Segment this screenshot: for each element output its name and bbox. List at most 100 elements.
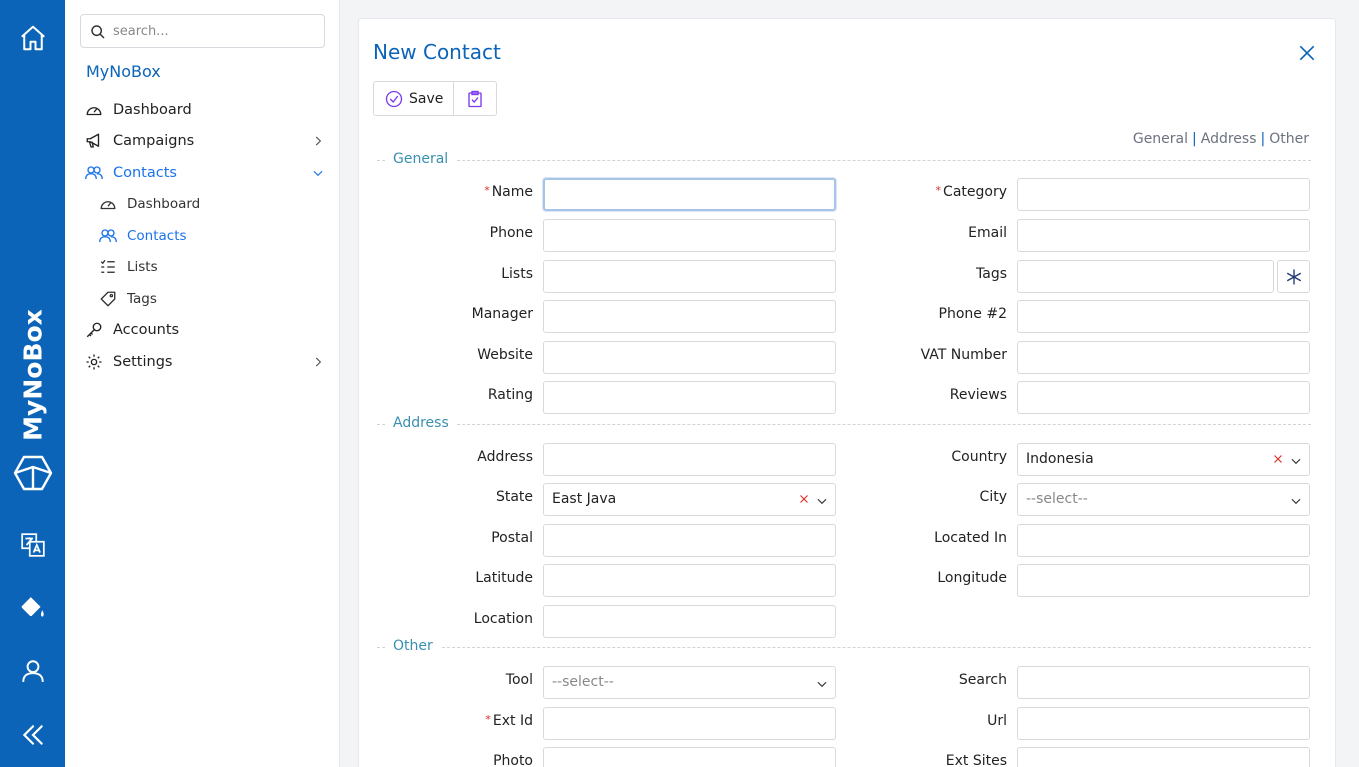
postal-label: Postal	[491, 530, 533, 546]
phone-field[interactable]	[543, 219, 836, 252]
tool-label: Tool	[505, 672, 533, 688]
tool-select[interactable]: --select--	[543, 666, 836, 699]
url-field[interactable]	[1017, 707, 1310, 740]
city-label: City	[979, 489, 1007, 505]
latitude-field[interactable]	[543, 564, 836, 597]
clear-icon[interactable]	[1271, 452, 1285, 466]
country-label: Country	[951, 449, 1007, 465]
paint-bucket-icon[interactable]	[0, 593, 65, 623]
sidebar-item-label: Lists	[127, 259, 158, 275]
address-field[interactable]	[543, 443, 836, 476]
location-field[interactable]	[543, 605, 836, 638]
link-other[interactable]: Other	[1269, 131, 1309, 147]
chevron-down-icon	[817, 681, 827, 688]
reviews-field[interactable]	[1017, 381, 1310, 414]
user-icon[interactable]	[0, 656, 65, 686]
phone2-field[interactable]	[1017, 300, 1310, 333]
rating-field[interactable]	[543, 381, 836, 414]
located-in-label: Located In	[934, 530, 1007, 546]
postal-field[interactable]	[543, 524, 836, 557]
manager-field[interactable]	[543, 300, 836, 333]
search-field[interactable]	[1017, 666, 1310, 699]
email-field[interactable]	[1017, 219, 1310, 252]
sidebar-item-label: Dashboard	[127, 196, 201, 212]
name-field[interactable]	[543, 178, 836, 211]
close-button[interactable]	[1297, 43, 1317, 63]
sidebar-item-settings[interactable]: Settings	[65, 348, 340, 376]
sidebar-subitem-lists[interactable]: Lists	[65, 253, 340, 281]
section-links: General | Address | Other	[1132, 131, 1309, 147]
photo-label: Photo	[493, 753, 533, 767]
rating-label: Rating	[487, 387, 533, 403]
clipboard-button[interactable]	[454, 82, 496, 115]
sidebar-item-dashboard[interactable]: Dashboard	[65, 96, 340, 124]
category-field[interactable]	[1017, 178, 1310, 211]
website-field[interactable]	[543, 341, 836, 374]
tag-icon	[100, 291, 116, 307]
vat-field[interactable]	[1017, 341, 1310, 374]
app-title: MyNoBox	[86, 62, 161, 81]
country-select[interactable]: Indonesia	[1017, 443, 1310, 476]
longitude-label: Longitude	[937, 570, 1007, 586]
sidebar-item-label: Settings	[113, 354, 173, 370]
vat-label: VAT Number	[920, 347, 1007, 363]
close-icon	[1299, 45, 1315, 61]
collapse-icon[interactable]	[0, 720, 65, 750]
home-icon[interactable]	[0, 22, 65, 54]
save-button[interactable]: Save	[374, 82, 455, 115]
section-other: Other	[377, 638, 1311, 656]
address-label: Address	[477, 449, 533, 465]
ext-sites-field[interactable]	[1017, 747, 1310, 767]
city-select[interactable]: --select--	[1017, 483, 1310, 516]
ext-id-label: * Ext Id	[485, 713, 533, 729]
sidebar-item-label: Tags	[127, 291, 157, 307]
sidebar-item-accounts[interactable]: Accounts	[65, 316, 340, 344]
sidebar-subitem-tags[interactable]: Tags	[65, 285, 340, 313]
name-label: * Name	[484, 184, 533, 200]
link-address[interactable]: Address	[1201, 131, 1257, 147]
users-icon	[99, 229, 117, 243]
sidebar-item-campaigns[interactable]: Campaigns	[65, 127, 340, 155]
category-label: * Category	[935, 184, 1007, 200]
sidebar-subitem-contacts[interactable]: Contacts	[65, 222, 340, 250]
chevron-down-icon	[1291, 498, 1301, 505]
users-icon	[85, 166, 103, 180]
toolbar: Save	[373, 81, 498, 116]
sidebar-item-contacts[interactable]: Contacts	[65, 159, 340, 187]
located-in-field[interactable]	[1017, 524, 1310, 557]
longitude-field[interactable]	[1017, 564, 1310, 597]
latitude-label: Latitude	[475, 570, 533, 586]
link-general[interactable]: General	[1133, 131, 1188, 147]
search-box[interactable]	[80, 14, 325, 48]
ext-id-field[interactable]	[543, 707, 836, 740]
list-icon	[100, 259, 115, 273]
reviews-label: Reviews	[949, 387, 1007, 403]
email-label: Email	[968, 225, 1007, 241]
box-logo-icon	[0, 452, 65, 494]
gauge-icon	[86, 107, 102, 116]
lists-label: Lists	[501, 266, 533, 282]
sidebar-item-label: Campaigns	[113, 133, 195, 149]
search-input[interactable]	[113, 21, 313, 41]
website-label: Website	[477, 347, 533, 363]
sidebar-item-label: Accounts	[113, 322, 180, 338]
photo-field[interactable]	[543, 747, 836, 767]
tags-picker-button[interactable]	[1277, 260, 1310, 293]
lists-field[interactable]	[543, 260, 836, 293]
clear-icon[interactable]	[797, 492, 811, 506]
tags-label: Tags	[976, 266, 1007, 282]
brand-name: MyNoBox	[18, 309, 47, 441]
save-label: Save	[409, 90, 444, 107]
gauge-icon	[100, 201, 116, 210]
sidebar: MyNoBox Dashboard Campaigns Contacts Das…	[65, 0, 340, 767]
chevron-right-icon	[315, 357, 322, 367]
phone-label: Phone	[489, 225, 533, 241]
key-icon	[86, 322, 102, 338]
search-icon	[91, 25, 105, 39]
chevron-down-icon	[817, 498, 827, 505]
chevron-right-icon	[315, 136, 322, 146]
tags-field[interactable]	[1017, 260, 1274, 293]
sidebar-subitem-dashboard[interactable]: Dashboard	[65, 190, 340, 218]
state-select[interactable]: East Java	[543, 483, 836, 516]
translate-icon[interactable]	[0, 530, 65, 560]
